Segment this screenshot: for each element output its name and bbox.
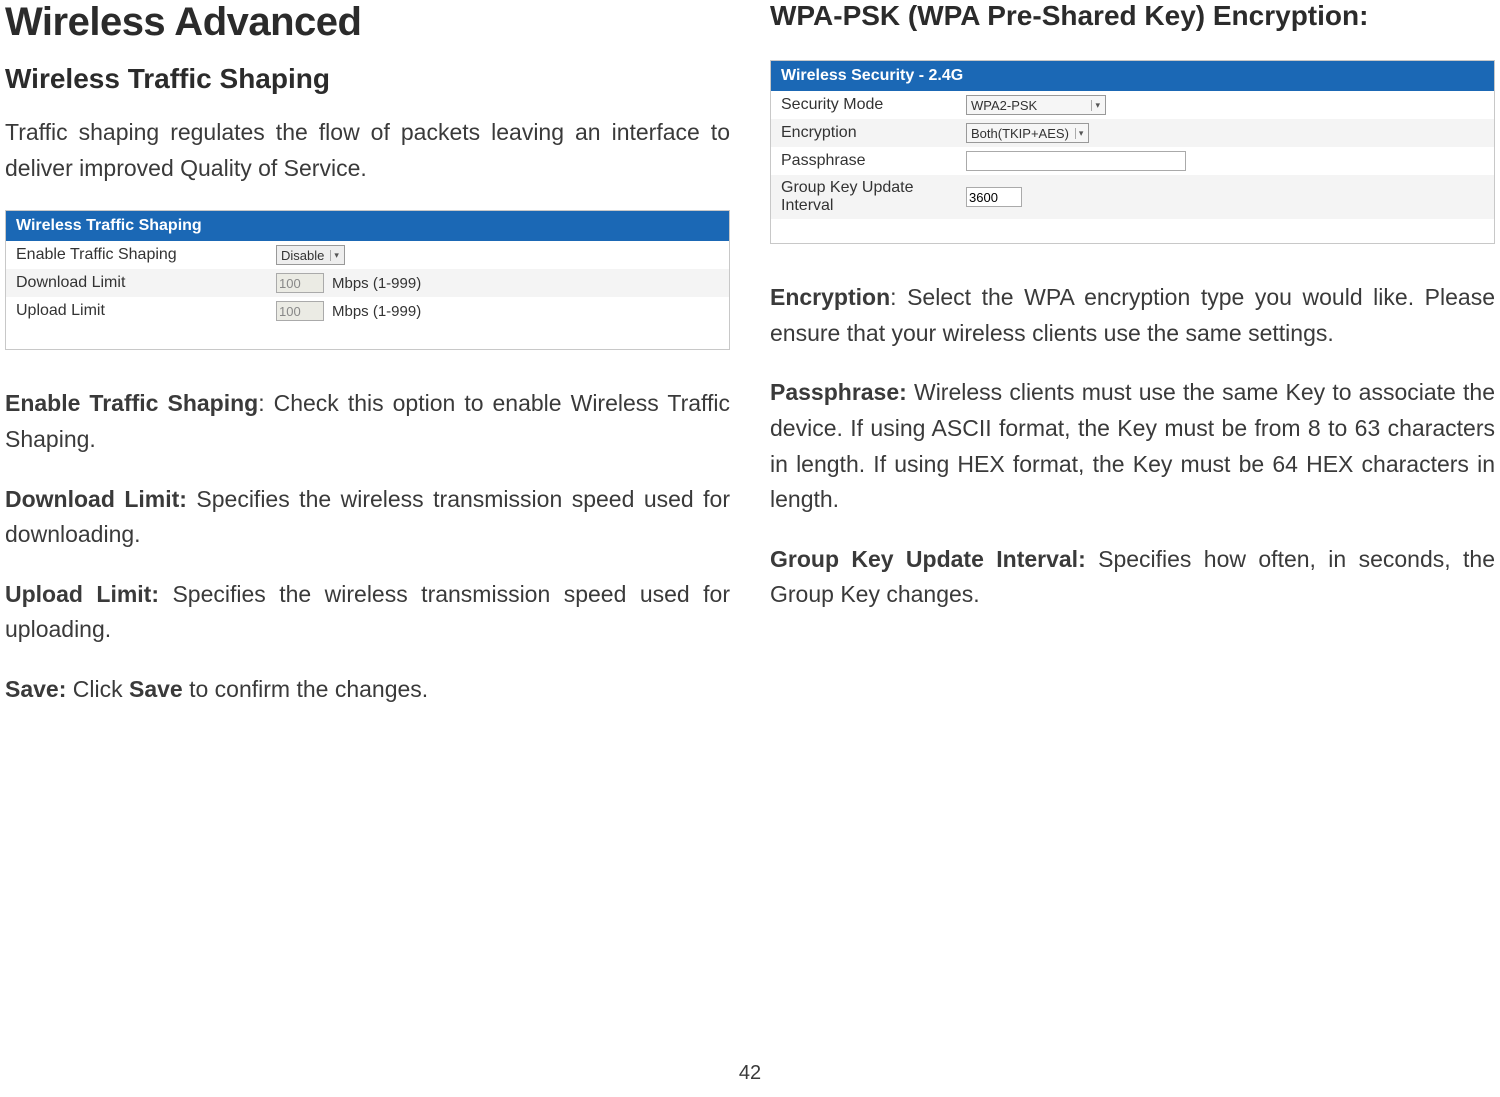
group-key-interval-input[interactable] <box>966 187 1022 207</box>
encryption-value: Both(TKIP+AES) <box>971 126 1069 141</box>
upload-limit-input[interactable] <box>276 301 324 321</box>
page-number: 42 <box>739 1062 761 1085</box>
passphrase-label: Passphrase <box>781 152 966 170</box>
download-limit-input[interactable] <box>276 273 324 293</box>
enable-traffic-shaping-select[interactable]: Disable ▾ <box>276 245 345 265</box>
group-key-interval-term: Group Key Update Interval: <box>770 546 1086 572</box>
download-limit-term: Download Limit: <box>5 486 187 512</box>
enable-traffic-shaping-description: Enable Traffic Shaping: Check this optio… <box>5 386 730 457</box>
save-description: Save: Click Save to confirm the changes. <box>5 672 730 708</box>
passphrase-description: Passphrase: Wireless clients must use th… <box>770 375 1495 518</box>
passphrase-input[interactable] <box>966 151 1186 171</box>
download-limit-description: Download Limit: Specifies the wireless t… <box>5 482 730 553</box>
security-mode-row: Security Mode WPA2-PSK ▾ <box>771 91 1494 119</box>
chevron-down-icon: ▾ <box>330 250 342 261</box>
upload-limit-row: Upload Limit Mbps (1-999) <box>6 297 729 325</box>
save-term: Save: <box>5 676 66 702</box>
encryption-row: Encryption Both(TKIP+AES) ▾ <box>771 119 1494 147</box>
enable-traffic-shaping-label: Enable Traffic Shaping <box>16 246 276 264</box>
group-key-interval-label: Group Key Update Interval <box>781 179 966 215</box>
encryption-label: Encryption <box>781 124 966 142</box>
group-key-interval-row: Group Key Update Interval <box>771 175 1494 219</box>
wireless-security-panel-header: Wireless Security - 2.4G <box>771 61 1494 91</box>
section-heading-wpa-psk: WPA-PSK (WPA Pre-Shared Key) Encryption: <box>770 0 1495 32</box>
upload-limit-description: Upload Limit: Specifies the wireless tra… <box>5 577 730 648</box>
traffic-shaping-intro: Traffic shaping regulates the flow of pa… <box>5 115 730 186</box>
download-limit-row: Download Limit Mbps (1-999) <box>6 269 729 297</box>
encryption-select[interactable]: Both(TKIP+AES) ▾ <box>966 123 1089 143</box>
save-text-2: to confirm the changes. <box>183 676 428 702</box>
upload-limit-hint: Mbps (1-999) <box>332 303 421 320</box>
enable-traffic-shaping-row: Enable Traffic Shaping Disable ▾ <box>6 241 729 269</box>
traffic-shaping-panel: Wireless Traffic Shaping Enable Traffic … <box>5 210 730 350</box>
security-mode-value: WPA2-PSK <box>971 98 1037 113</box>
download-limit-label: Download Limit <box>16 274 276 292</box>
page-title: Wireless Advanced <box>5 0 730 45</box>
section-heading-traffic-shaping: Wireless Traffic Shaping <box>5 63 730 95</box>
traffic-shaping-panel-header: Wireless Traffic Shaping <box>6 211 729 241</box>
passphrase-row: Passphrase <box>771 147 1494 175</box>
security-mode-label: Security Mode <box>781 96 966 114</box>
chevron-down-icon: ▾ <box>1091 100 1103 111</box>
chevron-down-icon: ▾ <box>1075 128 1087 139</box>
save-text-1: Click <box>66 676 129 702</box>
download-limit-hint: Mbps (1-999) <box>332 275 421 292</box>
enable-traffic-shaping-term: Enable Traffic Shaping <box>5 390 258 416</box>
upload-limit-term: Upload Limit: <box>5 581 159 607</box>
passphrase-term: Passphrase: <box>770 379 907 405</box>
enable-traffic-shaping-value: Disable <box>281 248 324 263</box>
security-mode-select[interactable]: WPA2-PSK ▾ <box>966 95 1106 115</box>
wireless-security-panel: Wireless Security - 2.4G Security Mode W… <box>770 60 1495 244</box>
group-key-interval-description: Group Key Update Interval: Specifies how… <box>770 542 1495 613</box>
encryption-description: Encryption: Select the WPA encryption ty… <box>770 280 1495 351</box>
upload-limit-label: Upload Limit <box>16 302 276 320</box>
save-term-2: Save <box>129 676 183 702</box>
encryption-term: Encryption <box>770 284 890 310</box>
